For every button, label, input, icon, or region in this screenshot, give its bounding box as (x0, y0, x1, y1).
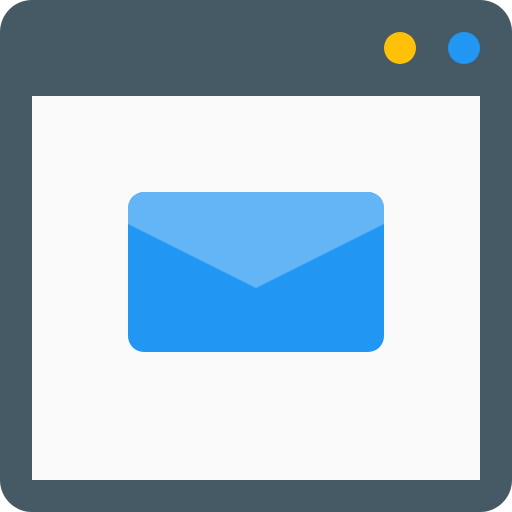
browser-window (0, 0, 512, 512)
window-content-area (32, 96, 480, 480)
window-titlebar (0, 0, 512, 96)
window-control-blue-dot[interactable] (448, 32, 480, 64)
mail-envelope-icon (128, 192, 384, 352)
mail-envelope-svg (128, 192, 384, 352)
window-control-yellow-dot[interactable] (384, 32, 416, 64)
